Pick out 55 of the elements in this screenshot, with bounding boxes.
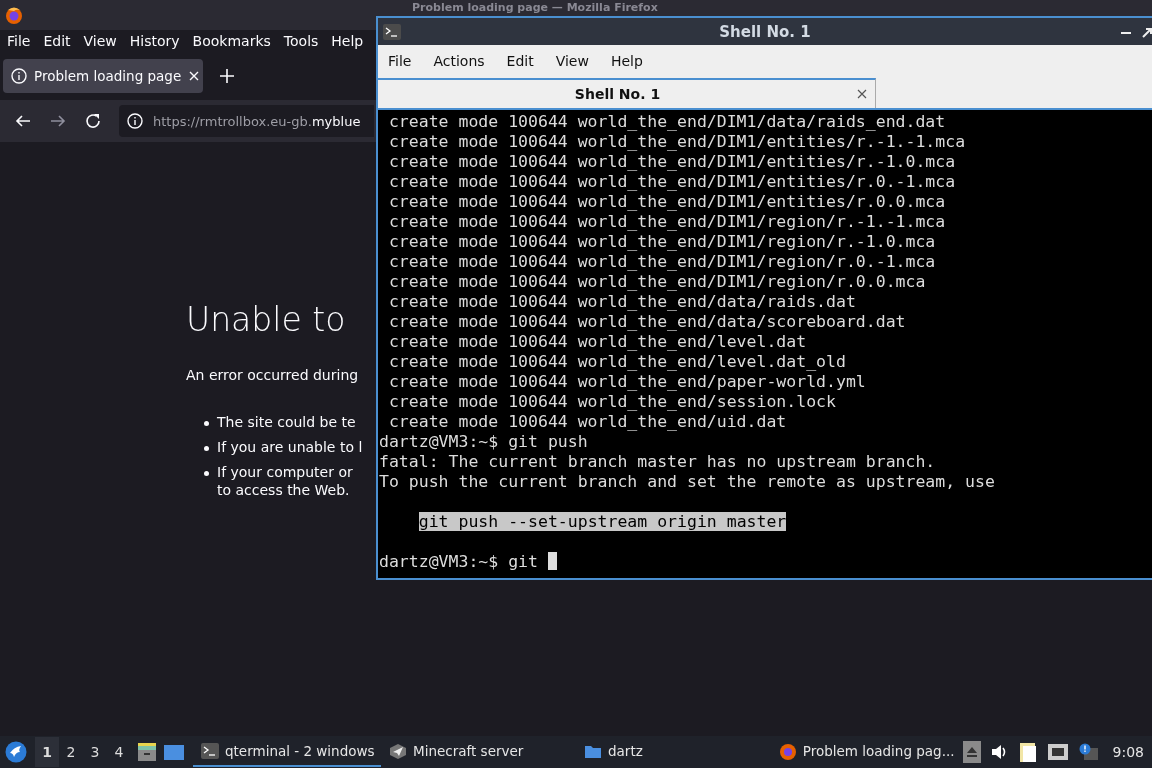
workspace-button[interactable]: 2: [59, 737, 83, 767]
terminal-line: create mode 100644 world_the_end/DIM1/region/r.0.0.mca: [388, 272, 926, 291]
menu-item[interactable]: File: [7, 33, 31, 49]
terminal-line: create mode 100644 world_the_end/paper-world.yml: [388, 372, 866, 391]
taskbar-button[interactable]: dartz: [576, 737, 746, 767]
terminal-line: create mode 100644 world_the_end/DIM1/entities/r.-1.-1.mca: [388, 132, 966, 151]
workspace-button[interactable]: 1: [35, 737, 59, 767]
menu-item[interactable]: Bookmarks: [192, 33, 271, 49]
menu-item[interactable]: File: [388, 52, 412, 69]
window-title: Shell No. 1: [719, 22, 811, 41]
list-item-text: If your computer or to access the Web.: [217, 463, 353, 499]
menu-item[interactable]: Help: [331, 33, 364, 49]
menu-item[interactable]: View: [83, 33, 117, 49]
menu-item[interactable]: Edit: [506, 52, 534, 69]
terminal-line: create mode 100644 world_the_end/data/raids.dat: [388, 292, 856, 311]
terminal-line: create mode 100644 world_the_end/level.dat_old: [388, 352, 846, 371]
terminal-line: create mode 100644 world_the_end/DIM1/region/r.-1.0.mca: [388, 232, 936, 251]
browser-tab[interactable]: Problem loading page: [3, 59, 203, 93]
taskbar-button[interactable]: Problem loading pag...: [770, 737, 963, 767]
terminal-line: create mode 100644 world_the_end/DIM1/entities/r.0.0.mca: [388, 192, 946, 211]
terminal-line: create mode 100644 world_the_end/DIM1/region/r.-1.-1.mca: [388, 212, 946, 231]
menu-item[interactable]: Actions: [433, 52, 485, 69]
workspace-button[interactable]: 4: [107, 737, 131, 767]
window-title: Problem loading page — Mozilla Firefox: [412, 1, 658, 14]
clock[interactable]: 9:08: [1112, 744, 1144, 760]
workspace-button[interactable]: 3: [83, 737, 107, 767]
terminal-line: create mode 100644 world_the_end/uid.dat: [388, 412, 787, 431]
menu-item[interactable]: Edit: [43, 33, 71, 49]
taskbar-button[interactable]: qterminal - 2 windows: [193, 737, 381, 767]
address-bar[interactable]: https://rmtrollbox.eu-gb.myblue: [119, 105, 374, 137]
terminal-line: create mode 100644 world_the_end/DIM1/region/r.0.-1.mca: [388, 252, 936, 271]
error-heading: Unable to: [186, 300, 346, 339]
terminal-line: To push the current branch and set the remote as upstream, use: [379, 472, 995, 491]
terminal-line: create mode 100644 world_the_end/session.lock: [388, 392, 836, 411]
terminal-tab[interactable]: Shell No. 1: [378, 78, 876, 108]
terminal-line: create mode 100644 world_the_end/DIM1/data/raids_end.dat: [388, 112, 946, 131]
terminal-line: dartz@VM3:~$ git: [379, 552, 538, 571]
list-item-text: The site could be te: [217, 413, 356, 431]
selected-text: git push --set-upstream origin master: [418, 512, 787, 531]
terminal-line: create mode 100644 world_the_end/data/scoreboard.dat: [388, 312, 906, 331]
terminal-line: create mode 100644 world_the_end/DIM1/entities/r.-1.0.mca: [388, 152, 956, 171]
terminal-line: dartz@VM3:~$ git push: [379, 432, 588, 451]
tab-label: Problem loading page: [34, 68, 182, 84]
list-item-text: If you are unable to l: [217, 438, 363, 456]
terminal-line: fatal: The current branch master has no upstream branch.: [379, 452, 936, 471]
taskbar-button[interactable]: Minecraft server: [381, 737, 576, 767]
menu-item[interactable]: Help: [610, 52, 643, 69]
terminal-line: create mode 100644 world_the_end/DIM1/entities/r.0.-1.mca: [388, 172, 956, 191]
menu-item[interactable]: History: [129, 33, 180, 49]
url-text: https://rmtrollbox.eu-gb.myblue: [153, 113, 361, 129]
terminal-line: create mode 100644 world_the_end/level.dat: [388, 332, 807, 351]
error-text: An error occurred during: [186, 367, 359, 383]
menu-item[interactable]: Tools: [283, 33, 319, 49]
menu-item[interactable]: View: [555, 52, 589, 69]
tab-label: Shell No. 1: [573, 86, 662, 102]
